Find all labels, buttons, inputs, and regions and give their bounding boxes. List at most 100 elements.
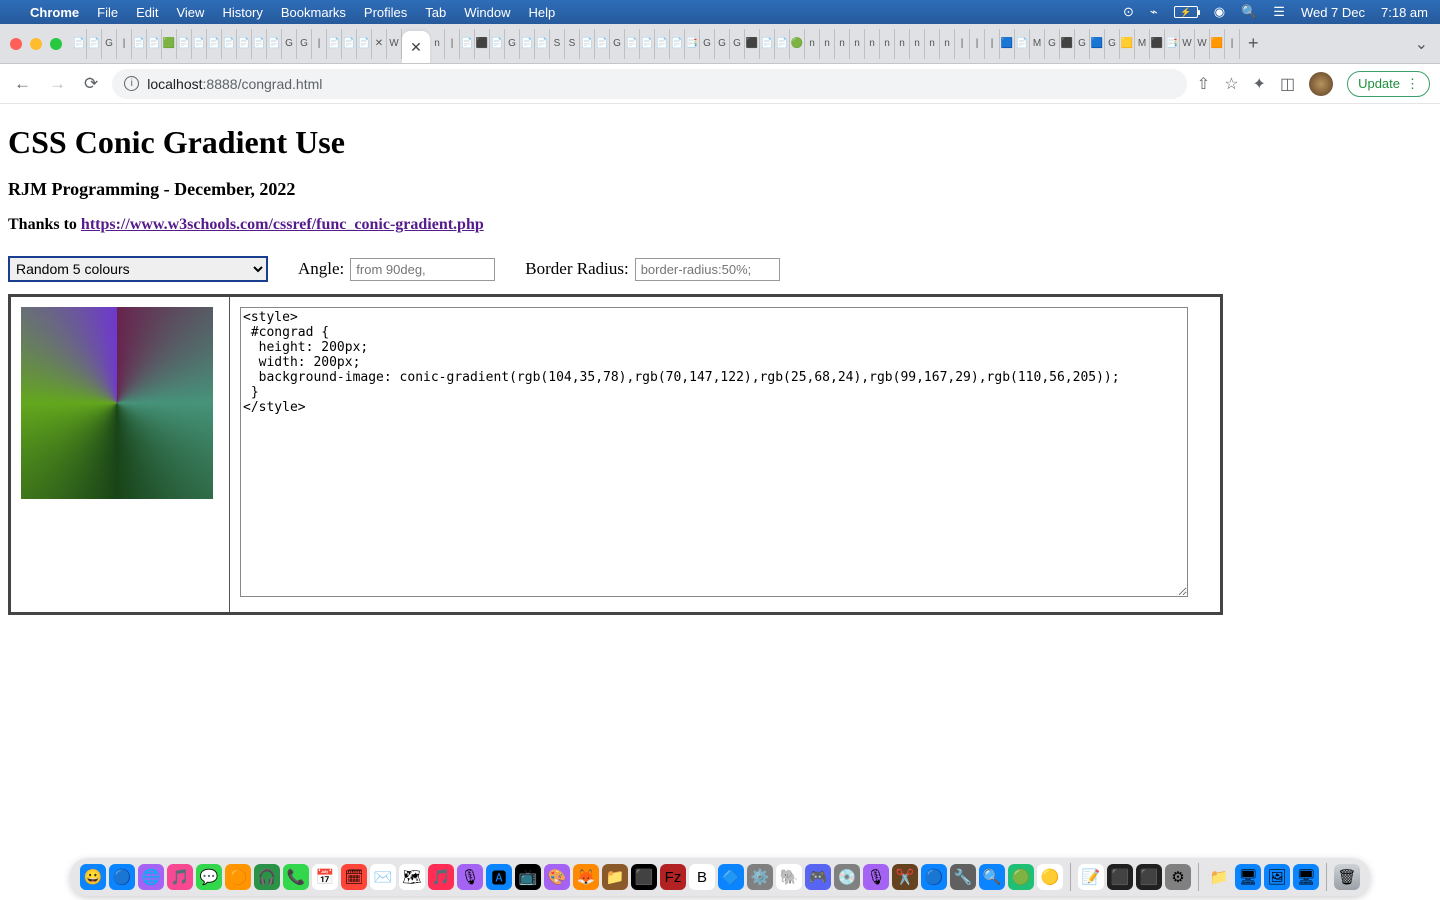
background-tab[interactable]: 🟦 <box>1090 29 1105 59</box>
background-tab[interactable]: n <box>895 29 910 59</box>
colour-count-select[interactable]: Random 5 colours <box>8 256 268 282</box>
dock-app[interactable]: 📁 <box>602 864 628 890</box>
background-tab[interactable]: ⬛ <box>745 29 760 59</box>
dock-app[interactable]: ✂️ <box>892 864 918 890</box>
thanks-link[interactable]: https://www.w3schools.com/cssref/func_co… <box>81 216 484 233</box>
menu-file[interactable]: File <box>97 5 118 20</box>
dock-app[interactable]: 📞 <box>283 864 309 890</box>
background-tab[interactable]: n <box>430 29 445 59</box>
dock-app[interactable]: 💬 <box>196 864 222 890</box>
dock-app[interactable]: ⬛ <box>1107 864 1133 890</box>
dock-app[interactable]: 🎵 <box>428 864 454 890</box>
dock-app[interactable]: 🗓 <box>341 864 367 890</box>
background-tab[interactable]: n <box>805 29 820 59</box>
share-icon[interactable]: ⇧ <box>1197 74 1210 94</box>
background-tab[interactable]: 📄 <box>357 29 372 59</box>
back-button[interactable]: ← <box>10 70 35 98</box>
dock-app[interactable]: 📁 <box>1206 864 1232 890</box>
dock-app[interactable]: 🔧 <box>950 864 976 890</box>
background-tab[interactable]: G <box>505 29 520 59</box>
background-tab[interactable]: n <box>940 29 955 59</box>
menu-edit[interactable]: Edit <box>136 5 158 20</box>
background-tab[interactable]: 📄 <box>267 29 282 59</box>
background-tab[interactable]: 📄 <box>535 29 550 59</box>
background-tab[interactable]: G <box>102 29 117 59</box>
background-tab[interactable]: 📄 <box>252 29 267 59</box>
bluetooth-icon[interactable]: ⌁ <box>1150 4 1158 20</box>
close-window-button[interactable] <box>10 38 22 50</box>
dock-app[interactable]: 🦊 <box>573 864 599 890</box>
background-tab[interactable]: n <box>865 29 880 59</box>
background-tab[interactable]: n <box>850 29 865 59</box>
background-tab[interactable]: 📑 <box>685 29 700 59</box>
background-tab[interactable]: S <box>565 29 580 59</box>
dock-app[interactable]: 💿 <box>834 864 860 890</box>
background-tab[interactable]: 🟩 <box>162 29 177 59</box>
dock-app[interactable]: 🌐 <box>138 864 164 890</box>
background-tab[interactable]: | <box>985 29 1000 59</box>
dock-app[interactable]: 🖥 <box>1235 864 1261 890</box>
menubar-time[interactable]: 7:18 am <box>1381 5 1428 20</box>
dock-app[interactable]: 🎵 <box>167 864 193 890</box>
background-tab[interactable]: 📑 <box>1165 29 1180 59</box>
update-button[interactable]: Update ⋮ <box>1347 71 1430 97</box>
trash-icon[interactable]: 🗑 <box>1334 864 1360 890</box>
dock-app[interactable]: 🔍 <box>979 864 1005 890</box>
dock-app[interactable]: 🟠 <box>225 864 251 890</box>
control-center-icon[interactable]: ☰ <box>1273 4 1285 20</box>
background-tab[interactable]: 📄 <box>490 29 505 59</box>
background-tab[interactable]: 📄 <box>327 29 342 59</box>
background-tab[interactable]: 📄 <box>760 29 775 59</box>
background-tab[interactable]: 📄 <box>192 29 207 59</box>
dock-app[interactable]: 🟡 <box>1037 864 1063 890</box>
background-tab[interactable]: 📄 <box>177 29 192 59</box>
background-tab[interactable]: 🟢 <box>790 29 805 59</box>
menu-view[interactable]: View <box>176 5 204 20</box>
background-tab[interactable]: G <box>1075 29 1090 59</box>
background-tab[interactable]: 📄 <box>132 29 147 59</box>
background-tab[interactable]: 📄 <box>655 29 670 59</box>
dock-app[interactable]: 🎮 <box>805 864 831 890</box>
background-tab[interactable]: ⬛ <box>475 29 490 59</box>
dock-app[interactable]: Fz <box>660 864 686 890</box>
playback-icon[interactable]: ⊙ <box>1123 4 1134 20</box>
wifi-icon[interactable]: ◉ <box>1214 4 1225 20</box>
background-tab[interactable]: 📄 <box>87 29 102 59</box>
background-tab[interactable]: n <box>820 29 835 59</box>
background-tab[interactable]: 📄 <box>222 29 237 59</box>
dock-app[interactable]: 🔷 <box>718 864 744 890</box>
dock-app[interactable]: 🖼 <box>1264 864 1290 890</box>
background-tab[interactable]: S <box>550 29 565 59</box>
background-tab[interactable]: | <box>445 29 460 59</box>
dock-app[interactable]: 📝 <box>1078 864 1104 890</box>
background-tab[interactable]: 📄 <box>520 29 535 59</box>
dock-app[interactable]: 🎙 <box>457 864 483 890</box>
background-tab[interactable]: G <box>730 29 745 59</box>
dock-app[interactable]: ⚙️ <box>747 864 773 890</box>
code-textarea[interactable] <box>240 307 1188 597</box>
background-tab[interactable]: n <box>910 29 925 59</box>
background-tab[interactable]: 📄 <box>72 29 87 59</box>
background-tab[interactable]: ✕ <box>372 29 387 59</box>
background-tab[interactable]: ⬛ <box>1060 29 1075 59</box>
background-tab[interactable]: 📄 <box>775 29 790 59</box>
active-tab[interactable]: ✕ <box>402 31 430 64</box>
background-tab[interactable]: 📄 <box>237 29 252 59</box>
background-tab[interactable]: | <box>970 29 985 59</box>
background-tab[interactable]: G <box>715 29 730 59</box>
dock-app[interactable]: 🎧 <box>254 864 280 890</box>
address-bar[interactable]: i localhost:8888/congrad.html <box>112 69 1187 99</box>
background-tab[interactable]: G <box>282 29 297 59</box>
dock-app[interactable]: ⚙ <box>1165 864 1191 890</box>
dock-app[interactable]: 🎙 <box>863 864 889 890</box>
menu-tab[interactable]: Tab <box>425 5 446 20</box>
background-tab[interactable]: n <box>835 29 850 59</box>
background-tab[interactable]: 📄 <box>460 29 475 59</box>
background-tab[interactable]: | <box>117 29 132 59</box>
reload-button[interactable]: ⟳ <box>80 70 102 98</box>
background-tab[interactable]: n <box>880 29 895 59</box>
dock-app[interactable]: 🅰 <box>486 864 512 890</box>
dock-app[interactable]: 🐘 <box>776 864 802 890</box>
background-tab[interactable]: W <box>387 29 402 59</box>
background-tab[interactable]: G <box>1045 29 1060 59</box>
